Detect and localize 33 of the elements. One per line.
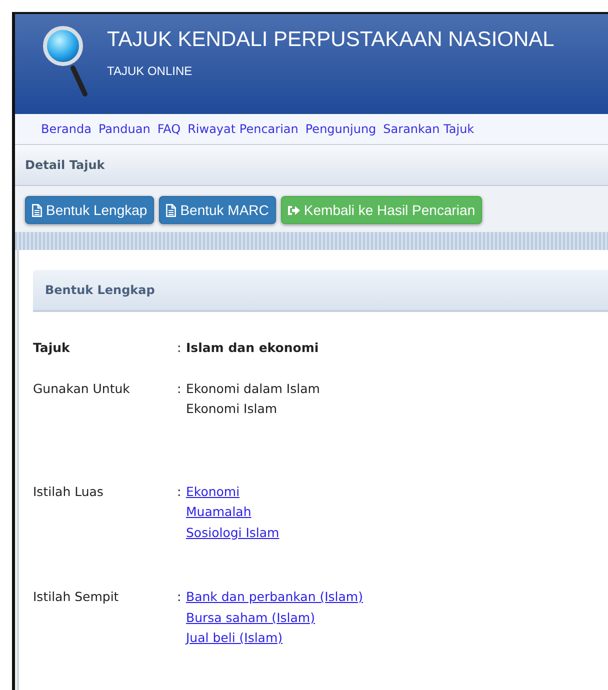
colon-separator: : — [177, 482, 182, 500]
field-label: Istilah Luas — [33, 482, 104, 500]
field-value: Ekonomi dalam Islam — [186, 380, 320, 398]
term-link[interactable]: Muamalah — [186, 502, 280, 522]
page-title: Detail Tajuk — [15, 145, 608, 186]
site-title: TAJUK KENDALI PERPUSTAKAAN NASIONAL — [107, 28, 554, 52]
nav-link[interactable]: Pengunjung — [305, 122, 376, 136]
field-label: Istilah Sempit — [33, 588, 120, 606]
term-link[interactable]: Jual beli (Islam) — [186, 628, 363, 648]
document-icon — [166, 204, 176, 216]
field-label: Gunakan Untuk — [33, 380, 131, 398]
action-button[interactable]: Bentuk MARC — [159, 196, 276, 224]
term-link[interactable]: Bank dan perbankan (Islam) — [186, 587, 363, 608]
magnifier-icon — [43, 24, 89, 98]
exit-icon — [288, 204, 300, 216]
site-subtitle: TAJUK ONLINE — [107, 64, 194, 78]
colon-separator: : — [177, 339, 182, 357]
term-link[interactable]: Sosiologi Islam — [186, 522, 280, 543]
field-value: Islam dan ekonomi — [186, 339, 319, 357]
nav-link[interactable]: FAQ — [157, 122, 181, 136]
colon-separator: : — [177, 588, 182, 606]
colon-separator: : — [177, 380, 182, 398]
nav-link[interactable]: Riwayat Pencarian — [188, 122, 298, 136]
term-link[interactable]: Bursa saham (Islam) — [186, 608, 363, 628]
field-label: Tajuk — [33, 339, 71, 357]
nav-link[interactable]: Beranda — [41, 122, 92, 136]
section-header: Bentuk Lengkap — [33, 270, 608, 312]
field-value: Ekonomi Islam — [186, 400, 278, 418]
term-link[interactable]: Ekonomi — [186, 482, 280, 502]
nav-link[interactable]: Sarankan Tajuk — [383, 122, 474, 136]
nav-link[interactable]: Panduan — [98, 122, 150, 136]
document-icon — [32, 204, 42, 216]
action-button[interactable]: Bentuk Lengkap — [25, 196, 154, 224]
